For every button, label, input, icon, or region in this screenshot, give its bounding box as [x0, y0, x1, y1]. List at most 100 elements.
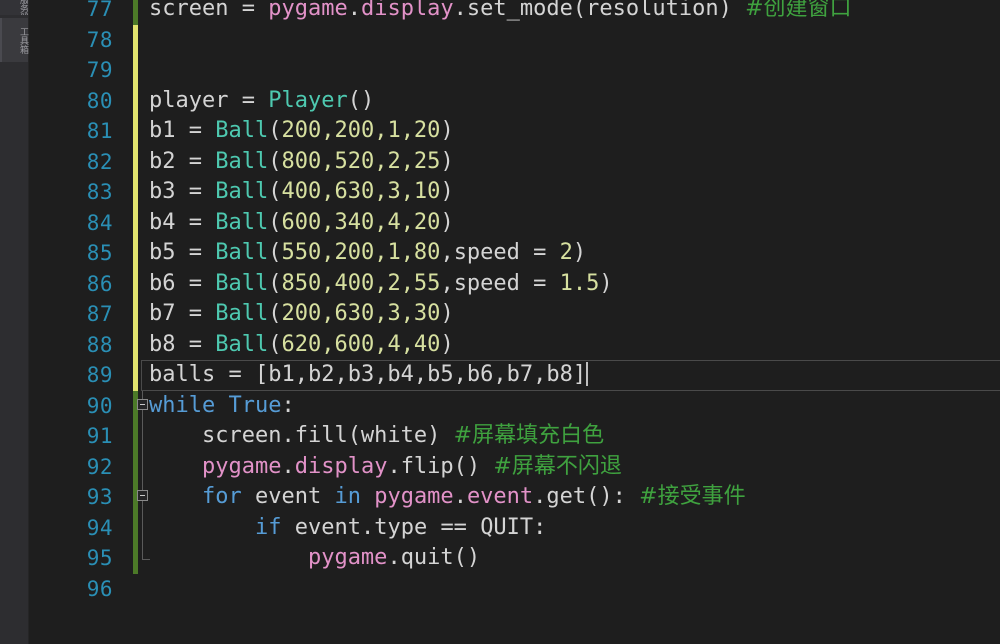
code-token-punct: ): [572, 240, 587, 265]
code-token-punct: ,: [440, 270, 454, 296]
code-token-punct: ): [440, 301, 454, 326]
code-token-punct: ): [599, 270, 613, 296]
indent-guide: [142, 512, 143, 543]
code-line[interactable]: 77 screen = pygame.display.set_mode(resol…: [29, 0, 1000, 25]
code-token-punct: (: [268, 270, 282, 296]
code-token-punct: (: [268, 118, 282, 143]
line-number: 93: [86, 485, 113, 509]
code-token-num: 400,630,3,10: [281, 179, 441, 204]
code-line[interactable]: 92 pygame.display.flip() #屏幕不闪退: [29, 451, 1000, 482]
sidebar-item-server-explorer[interactable]: 服务器: [0, 0, 28, 15]
fold-collapse-icon[interactable]: [137, 490, 148, 501]
sidebar-item-toolbox[interactable]: 工具箱: [0, 18, 28, 62]
code-token-plain: flip: [400, 453, 454, 479]
line-number: 86: [86, 271, 113, 296]
code-token-punct: ): [440, 148, 454, 174]
editor-surface[interactable]: 77 screen = pygame.display.set_mode(resol…: [29, 0, 1000, 644]
code-token-type: Ball: [215, 179, 269, 204]
git-change-indicator: [133, 55, 138, 86]
code-token-num: 2: [559, 240, 573, 265]
code-token-plain: b1: [149, 118, 189, 143]
code-token-mod: display: [294, 453, 388, 479]
git-change-indicator: [133, 0, 138, 25]
git-change-indicator: [133, 360, 138, 391]
code-token-punct: (: [268, 179, 282, 204]
code-line[interactable]: 88 b8 = Ball(620,600,4,40): [29, 329, 1000, 360]
code-token-plain: speed: [453, 270, 534, 296]
fold-collapse-icon[interactable]: [137, 398, 148, 410]
code-text: b2 = Ball(800,520,2,25): [149, 147, 1000, 178]
code-line[interactable]: 95 pygame.quit(): [29, 543, 1000, 574]
code-line[interactable]: 85 b5 = Ball(550,200,1,80,speed = 2): [29, 238, 1000, 269]
git-change-indicator: [133, 177, 138, 208]
git-change-indicator: [133, 24, 138, 55]
code-line[interactable]: 90 while True:: [29, 390, 1000, 421]
code-line[interactable]: 82 b2 = Ball(800,520,2,25): [29, 146, 1000, 178]
line-number: 78: [86, 27, 113, 52]
code-token-punct: :: [533, 514, 547, 540]
code-token-plain: ():: [586, 484, 640, 509]
code-token-type: Ball: [215, 301, 269, 326]
code-line[interactable]: 89 balls = [b1,b2,b3,b4,b5,b6,b7,b8]: [29, 360, 1000, 391]
code-token-punct: ): [440, 118, 454, 143]
code-token-op: =: [533, 240, 560, 265]
code-token-type: Ball: [215, 270, 269, 296]
code-token-plain: fill: [294, 423, 348, 448]
code-text: player = Player(): [149, 86, 1000, 117]
code-line[interactable]: 80 player = Player(): [29, 85, 1000, 117]
code-token-punct: (: [268, 148, 282, 174]
code-line[interactable]: 81 b1 = Ball(200,200,1,20): [29, 116, 1000, 147]
code-token-mod: pygame: [201, 453, 282, 479]
code-token-op: =: [188, 331, 216, 357]
line-number: 85: [86, 241, 113, 265]
line-number: 95: [86, 546, 113, 570]
code-token-kw: in: [334, 484, 375, 509]
git-change-indicator: [133, 207, 138, 238]
git-change-indicator: [133, 329, 138, 360]
code-token-num: 550,200,1,80: [281, 240, 441, 265]
code-token-plain: b3: [149, 179, 189, 204]
line-number: 82: [86, 149, 113, 174]
code-token-plain: balls: [149, 362, 229, 387]
code-token-plain: event: [254, 484, 335, 509]
code-text: screen.fill(white) #屏幕填充白色: [149, 421, 1000, 452]
code-token-plain: (white): [347, 423, 454, 448]
code-line[interactable]: 96: [29, 574, 1000, 605]
code-line[interactable]: 83 b3 = Ball(400,630,3,10): [29, 177, 1000, 208]
code-token-type: Ball: [215, 331, 269, 357]
line-number: 83: [86, 180, 113, 204]
code-line[interactable]: 84 b4 = Ball(600,340,4,20): [29, 207, 1000, 238]
code-token-punct: .: [347, 0, 361, 21]
code-token-op: =: [188, 301, 216, 326]
code-token-punct: (: [268, 301, 282, 326]
code-line[interactable]: 91 screen.fill(white) #屏幕填充白色: [29, 421, 1000, 452]
git-change-indicator: [133, 451, 138, 482]
code-token-num: 1.5: [559, 270, 600, 296]
code-line[interactable]: 78: [29, 24, 1000, 55]
code-text: b1 = Ball(200,200,1,20): [149, 116, 1000, 147]
line-number: 92: [86, 454, 113, 479]
line-number: 88: [86, 332, 113, 357]
code-token-plain: (resolution): [572, 0, 746, 21]
code-token-kw: for: [201, 484, 255, 509]
code-token-op: ==: [440, 514, 481, 540]
line-number: 91: [86, 424, 113, 448]
code-token-comment: #屏幕填充白色: [453, 423, 605, 448]
code-token-comment: #创建窗口: [745, 0, 852, 21]
code-token-op: =: [188, 179, 216, 204]
code-text: b3 = Ball(400,630,3,10): [149, 177, 1000, 208]
code-line[interactable]: 94 if event.type == QUIT:: [29, 512, 1000, 543]
code-line[interactable]: 93 for event in pygame.event.get(): #接受事…: [29, 482, 1000, 513]
code-token-plain: b7: [149, 301, 189, 326]
code-token-punct: .: [533, 484, 547, 509]
code-token-punct: :: [281, 392, 295, 418]
code-token-plain: (): [453, 453, 494, 479]
code-token-op: =: [241, 0, 269, 21]
code-token-num: 600,340,4,20: [281, 209, 441, 235]
code-line[interactable]: 86 b6 = Ball(850,400,2,55,speed = 1.5): [29, 268, 1000, 299]
code-line[interactable]: 79: [29, 55, 1000, 86]
code-token-op: =: [188, 240, 216, 265]
code-token-mod: pygame: [374, 484, 454, 509]
code-line[interactable]: 87 b7 = Ball(200,630,3,30): [29, 299, 1000, 330]
